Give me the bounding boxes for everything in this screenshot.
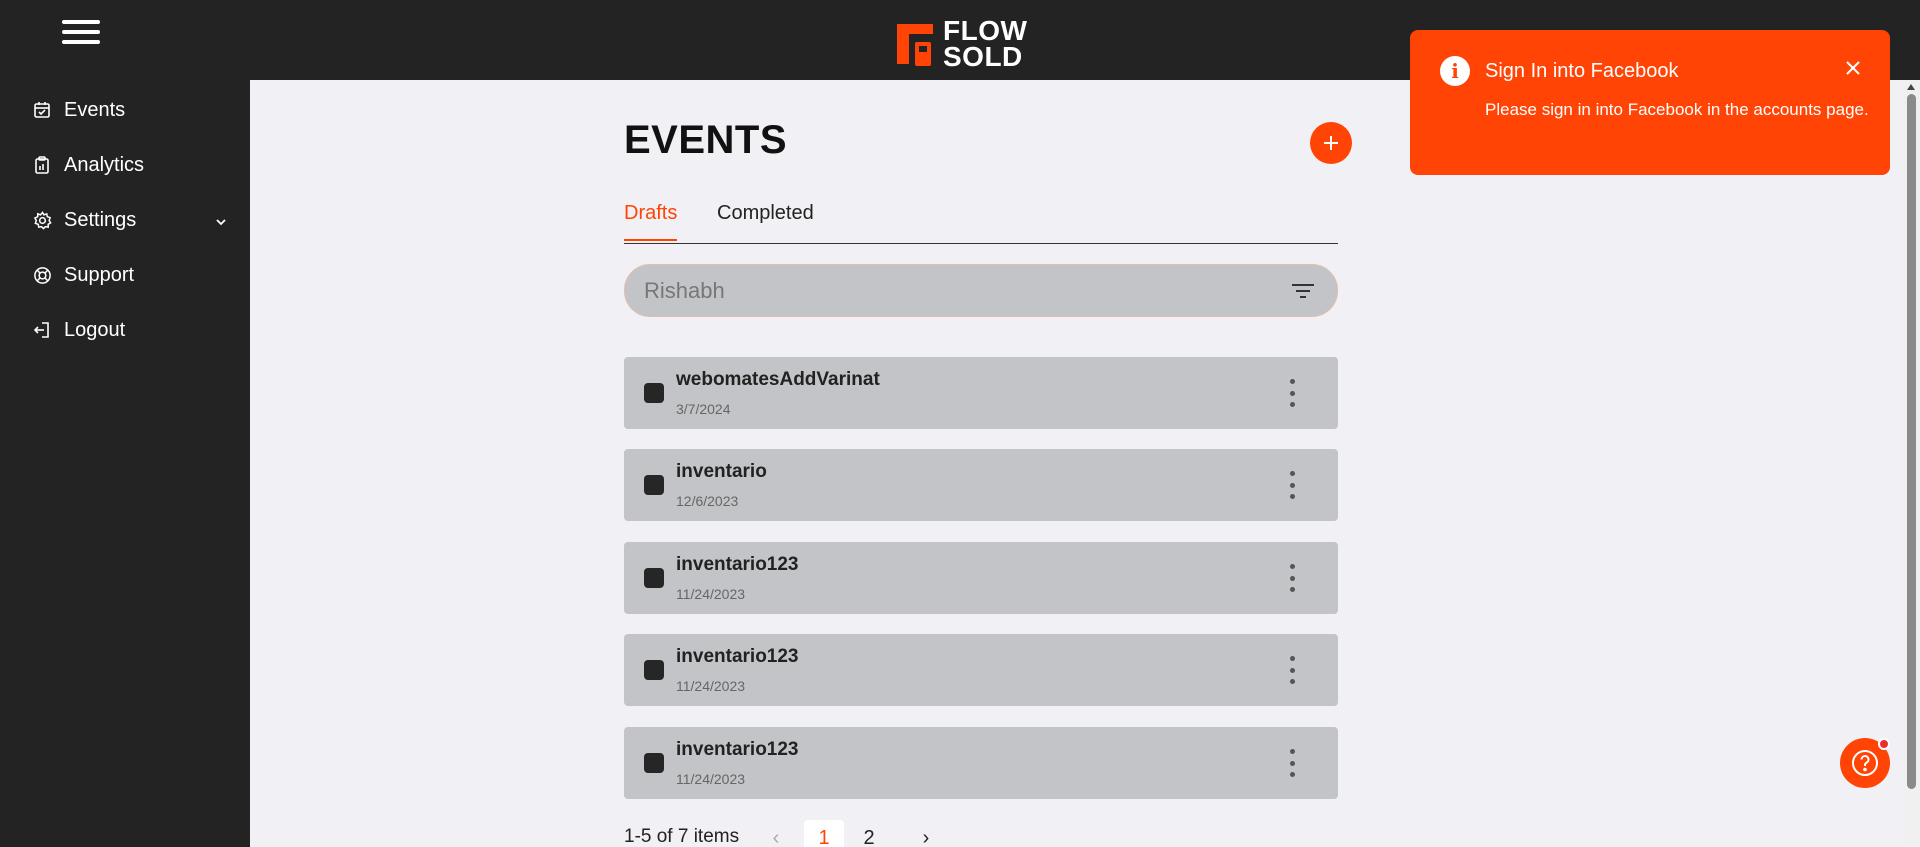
logout-icon	[32, 320, 52, 340]
event-name: inventario123	[676, 739, 799, 760]
toast-title: Sign In into Facebook	[1485, 60, 1679, 82]
event-date: 3/7/2024	[676, 401, 731, 417]
scroll-up-arrow-icon[interactable]	[1907, 84, 1915, 90]
page-button-1[interactable]: 1	[804, 820, 844, 847]
event-list-item[interactable]: webomatesAddVarinat 3/7/2024	[624, 357, 1338, 429]
event-list-item[interactable]: inventario 12/6/2023	[624, 449, 1338, 521]
event-checkbox[interactable]	[644, 753, 664, 773]
more-options-icon[interactable]	[1284, 747, 1300, 779]
question-circle-icon	[1852, 750, 1878, 776]
help-button[interactable]	[1840, 738, 1890, 788]
sidebar-item-label: Settings	[64, 208, 137, 231]
toast-message: Please sign in into Facebook in the acco…	[1485, 100, 1869, 119]
sidebar: Events Analytics Settings Support Logout	[0, 80, 250, 847]
more-options-icon[interactable]	[1284, 562, 1300, 594]
notification-dot	[1878, 738, 1890, 750]
gear-icon	[32, 210, 52, 230]
next-page-icon[interactable]: ›	[916, 820, 936, 847]
more-options-icon[interactable]	[1284, 654, 1300, 686]
filter-icon[interactable]	[1291, 282, 1315, 305]
prev-page-icon[interactable]: ‹	[766, 820, 786, 847]
calendar-check-icon	[32, 100, 52, 120]
event-checkbox[interactable]	[644, 568, 664, 588]
sidebar-item-events[interactable]: Events	[32, 92, 228, 128]
search-input[interactable]	[644, 277, 1264, 304]
event-name: inventario	[676, 461, 767, 482]
close-icon[interactable]	[1845, 60, 1861, 81]
pagination-summary: 1-5 of 7 items	[624, 826, 740, 847]
sidebar-item-analytics[interactable]: Analytics	[32, 147, 228, 183]
pagination: 1-5 of 7 items ‹ 1 2 ›	[624, 820, 1024, 847]
search-bar	[624, 264, 1338, 317]
event-date: 12/6/2023	[676, 493, 739, 509]
event-name: inventario123	[676, 646, 799, 667]
page-button-2[interactable]: 2	[856, 820, 882, 847]
lifebuoy-icon	[32, 265, 52, 285]
event-checkbox[interactable]	[644, 660, 664, 680]
hamburger-menu-icon[interactable]	[62, 20, 100, 48]
sidebar-item-label: Logout	[64, 318, 126, 341]
add-event-button[interactable]	[1310, 122, 1352, 164]
sidebar-item-label: Analytics	[64, 153, 145, 176]
chevron-down-icon[interactable]	[214, 212, 228, 235]
logo-mark-icon	[897, 24, 933, 66]
notification-toast: i Sign In into Facebook Please sign in i…	[1410, 30, 1890, 175]
event-date: 11/24/2023	[676, 586, 746, 602]
scroll-thumb[interactable]	[1907, 94, 1916, 789]
sidebar-item-label: Support	[64, 263, 135, 286]
more-options-icon[interactable]	[1284, 377, 1300, 409]
sidebar-item-support[interactable]: Support	[32, 257, 228, 293]
event-date: 11/24/2023	[676, 771, 746, 787]
more-options-icon[interactable]	[1284, 469, 1300, 501]
page-title: EVENTS	[624, 118, 788, 162]
tab-completed[interactable]: Completed	[717, 202, 814, 239]
tab-bar: Drafts Completed	[624, 200, 1338, 244]
logo-text: FLOW SOLD	[943, 17, 1027, 72]
sidebar-item-logout[interactable]: Logout	[32, 312, 228, 348]
logo-line-2: SOLD	[943, 41, 1023, 72]
event-list-item[interactable]: inventario123 11/24/2023	[624, 542, 1338, 614]
event-list-item[interactable]: inventario123 11/24/2023	[624, 727, 1338, 799]
event-name: webomatesAddVarinat	[676, 369, 880, 390]
flowsold-logo[interactable]: FLOW SOLD	[893, 17, 1027, 72]
sidebar-item-label: Events	[64, 98, 126, 121]
event-date: 11/24/2023	[676, 678, 746, 694]
plus-icon	[1324, 136, 1338, 150]
sidebar-item-settings[interactable]: Settings	[32, 202, 228, 238]
event-list-item[interactable]: inventario123 11/24/2023	[624, 634, 1338, 706]
event-checkbox[interactable]	[644, 383, 664, 403]
clipboard-chart-icon	[32, 155, 52, 175]
event-name: inventario123	[676, 554, 799, 575]
tab-drafts[interactable]: Drafts	[624, 202, 678, 241]
info-icon: i	[1440, 56, 1470, 86]
event-checkbox[interactable]	[644, 475, 664, 495]
vertical-scrollbar[interactable]	[1903, 80, 1920, 847]
